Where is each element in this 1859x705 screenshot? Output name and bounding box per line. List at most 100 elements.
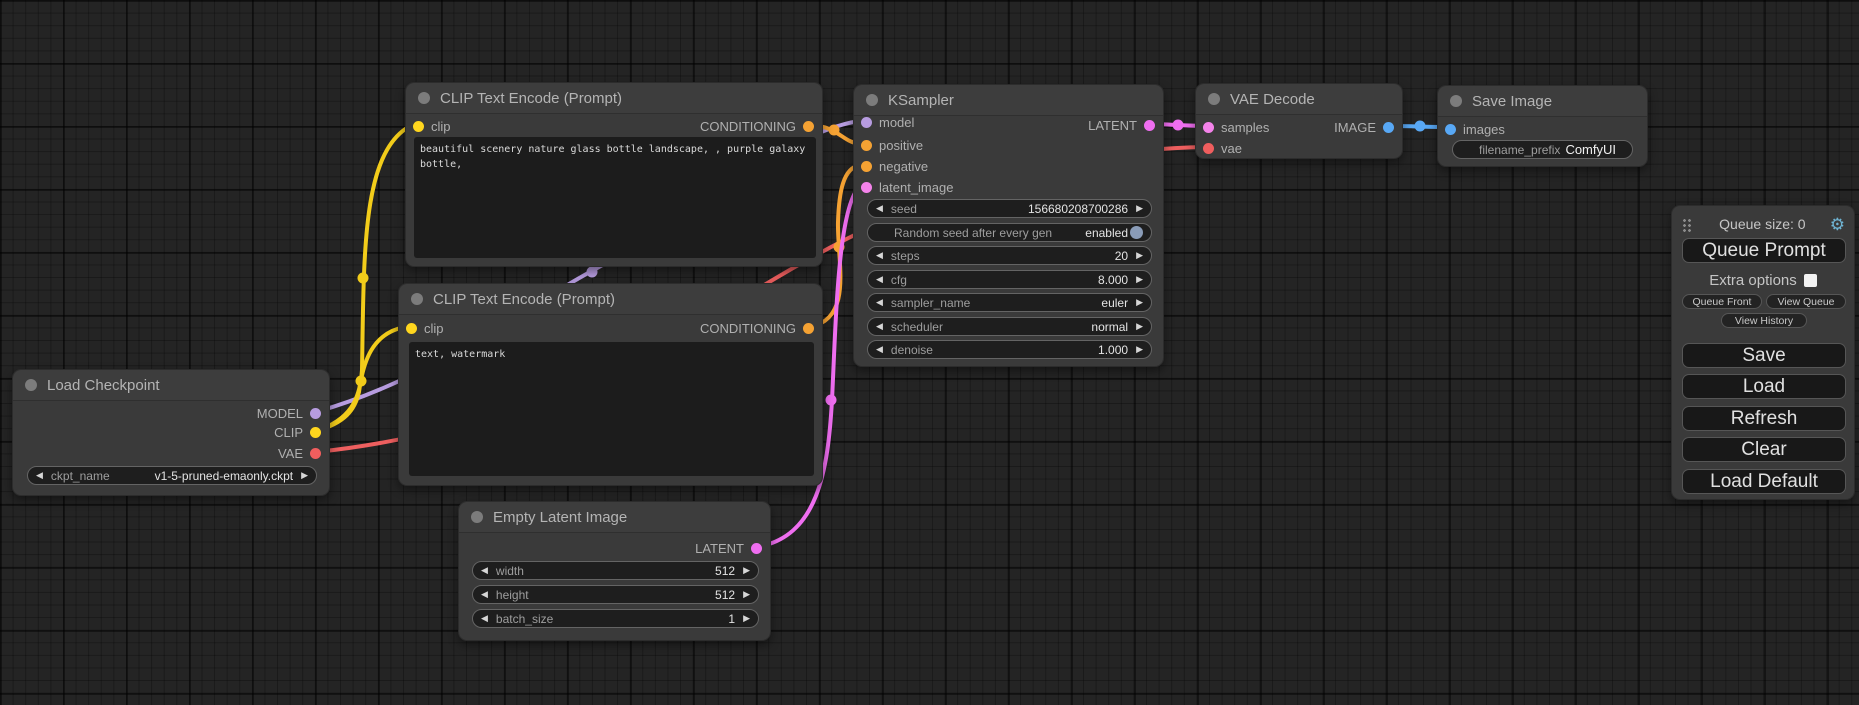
input-slot-clip[interactable]: clip	[406, 320, 444, 336]
queue-front-button[interactable]: Queue Front	[1682, 294, 1762, 309]
decrement-arrow-icon[interactable]: ◀	[876, 298, 883, 307]
conditioning-port-icon[interactable]	[861, 161, 872, 172]
node-clip-text-encode-positive[interactable]: CLIP Text Encode (Prompt) clip CONDITION…	[405, 82, 823, 267]
node-collapse-icon[interactable]	[866, 94, 878, 106]
image-port-icon[interactable]	[1445, 124, 1456, 135]
decrement-arrow-icon[interactable]: ◀	[876, 204, 883, 213]
output-slot-conditioning[interactable]: CONDITIONING	[700, 320, 814, 336]
input-slot-positive[interactable]: positive	[861, 137, 923, 153]
latent-port-icon[interactable]	[1203, 122, 1214, 133]
widget-filename-prefix[interactable]: filename_prefix ComfyUI	[1452, 140, 1633, 159]
decrement-arrow-icon[interactable]: ◀	[481, 566, 488, 575]
widget-sampler-name[interactable]: ◀ sampler_name euler ▶	[867, 293, 1152, 312]
widget-seed-control[interactable]: Random seed after every gen enabled	[867, 223, 1152, 242]
node-clip-text-encode-negative[interactable]: CLIP Text Encode (Prompt) clip CONDITION…	[398, 283, 823, 486]
decrement-arrow-icon[interactable]: ◀	[481, 590, 488, 599]
node-titlebar[interactable]: CLIP Text Encode (Prompt)	[399, 284, 822, 315]
widget-ckpt-name[interactable]: ◀ ckpt_name v1-5-pruned-emaonly.ckpt ▶	[27, 466, 317, 485]
conditioning-port-icon[interactable]	[803, 121, 814, 132]
node-ksampler[interactable]: KSampler model positive negative latent_…	[853, 84, 1164, 367]
input-slot-negative[interactable]: negative	[861, 158, 928, 174]
negative-prompt-textarea[interactable]: text, watermark	[409, 342, 814, 476]
increment-arrow-icon[interactable]: ▶	[1136, 298, 1143, 307]
latent-port-icon[interactable]	[861, 182, 872, 193]
widget-width[interactable]: ◀ width 512 ▶	[472, 561, 759, 580]
output-slot-latent[interactable]: LATENT	[695, 540, 762, 556]
conditioning-port-icon[interactable]	[803, 323, 814, 334]
increment-arrow-icon[interactable]: ▶	[743, 590, 750, 599]
load-default-button[interactable]: Load Default	[1682, 469, 1846, 494]
clip-port-icon[interactable]	[310, 427, 321, 438]
vae-port-icon[interactable]	[1203, 143, 1214, 154]
increment-arrow-icon[interactable]: ▶	[743, 566, 750, 575]
save-button[interactable]: Save	[1682, 343, 1846, 368]
increment-arrow-icon[interactable]: ▶	[1136, 322, 1143, 331]
refresh-button[interactable]: Refresh	[1682, 406, 1846, 431]
node-graph-canvas[interactable]: Load Checkpoint MODEL CLIP VAE ◀ ckpt_na…	[0, 0, 1859, 705]
node-titlebar[interactable]: KSampler	[854, 85, 1163, 116]
decrement-arrow-icon[interactable]: ◀	[36, 471, 43, 480]
latent-port-icon[interactable]	[1144, 120, 1155, 131]
decrement-arrow-icon[interactable]: ◀	[876, 322, 883, 331]
view-queue-button[interactable]: View Queue	[1766, 294, 1846, 309]
node-vae-decode[interactable]: VAE Decode samples vae IMAGE	[1195, 83, 1403, 159]
widget-denoise[interactable]: ◀ denoise 1.000 ▶	[867, 340, 1152, 359]
output-slot-conditioning[interactable]: CONDITIONING	[700, 118, 814, 134]
input-slot-latent-image[interactable]: latent_image	[861, 179, 953, 195]
queue-prompt-button[interactable]: Queue Prompt	[1682, 238, 1846, 263]
node-collapse-icon[interactable]	[471, 511, 483, 523]
input-slot-vae[interactable]: vae	[1203, 140, 1242, 156]
positive-prompt-textarea[interactable]: beautiful scenery nature glass bottle la…	[414, 137, 816, 258]
output-slot-vae[interactable]: VAE	[278, 445, 321, 461]
extra-options-checkbox[interactable]	[1804, 274, 1817, 287]
increment-arrow-icon[interactable]: ▶	[301, 471, 308, 480]
decrement-arrow-icon[interactable]: ◀	[481, 614, 488, 623]
input-slot-model[interactable]: model	[861, 114, 914, 130]
latent-port-icon[interactable]	[751, 543, 762, 554]
node-collapse-icon[interactable]	[411, 293, 423, 305]
node-collapse-icon[interactable]	[1450, 95, 1462, 107]
node-titlebar[interactable]: VAE Decode	[1196, 84, 1402, 115]
drag-handle-icon[interactable]	[1681, 217, 1691, 232]
increment-arrow-icon[interactable]: ▶	[1136, 345, 1143, 354]
node-save-image[interactable]: Save Image images filename_prefix ComfyU…	[1437, 85, 1648, 167]
widget-cfg[interactable]: ◀ cfg 8.000 ▶	[867, 270, 1152, 289]
clear-button[interactable]: Clear	[1682, 437, 1846, 462]
node-collapse-icon[interactable]	[418, 92, 430, 104]
toggle-enabled-icon[interactable]	[1130, 226, 1143, 239]
output-slot-model[interactable]: MODEL	[257, 405, 321, 421]
node-load-checkpoint[interactable]: Load Checkpoint MODEL CLIP VAE ◀ ckpt_na…	[12, 369, 330, 496]
decrement-arrow-icon[interactable]: ◀	[876, 345, 883, 354]
image-port-icon[interactable]	[1383, 122, 1394, 133]
model-port-icon[interactable]	[310, 408, 321, 419]
widget-seed[interactable]: ◀ seed 156680208700286 ▶	[867, 199, 1152, 218]
output-slot-image[interactable]: IMAGE	[1334, 119, 1394, 135]
clip-port-icon[interactable]	[406, 323, 417, 334]
input-slot-clip[interactable]: clip	[413, 118, 451, 134]
increment-arrow-icon[interactable]: ▶	[1136, 275, 1143, 284]
vae-port-icon[interactable]	[310, 448, 321, 459]
conditioning-port-icon[interactable]	[861, 140, 872, 151]
widget-scheduler[interactable]: ◀ scheduler normal ▶	[867, 317, 1152, 336]
node-titlebar[interactable]: CLIP Text Encode (Prompt)	[406, 83, 822, 114]
decrement-arrow-icon[interactable]: ◀	[876, 275, 883, 284]
widget-batch-size[interactable]: ◀ batch_size 1 ▶	[472, 609, 759, 628]
node-titlebar[interactable]: Save Image	[1438, 86, 1647, 117]
increment-arrow-icon[interactable]: ▶	[1136, 204, 1143, 213]
node-collapse-icon[interactable]	[25, 379, 37, 391]
decrement-arrow-icon[interactable]: ◀	[876, 251, 883, 260]
node-titlebar[interactable]: Load Checkpoint	[13, 370, 329, 401]
widget-steps[interactable]: ◀ steps 20 ▶	[867, 246, 1152, 265]
load-button[interactable]: Load	[1682, 374, 1846, 399]
view-history-button[interactable]: View History	[1721, 313, 1807, 328]
output-slot-latent[interactable]: LATENT	[1088, 117, 1155, 133]
node-titlebar[interactable]: Empty Latent Image	[459, 502, 770, 533]
input-slot-images[interactable]: images	[1445, 121, 1505, 137]
increment-arrow-icon[interactable]: ▶	[1136, 251, 1143, 260]
increment-arrow-icon[interactable]: ▶	[743, 614, 750, 623]
gear-icon[interactable]: ⚙	[1830, 216, 1845, 233]
input-slot-samples[interactable]: samples	[1203, 119, 1269, 135]
output-slot-clip[interactable]: CLIP	[274, 424, 321, 440]
node-collapse-icon[interactable]	[1208, 93, 1220, 105]
model-port-icon[interactable]	[861, 117, 872, 128]
